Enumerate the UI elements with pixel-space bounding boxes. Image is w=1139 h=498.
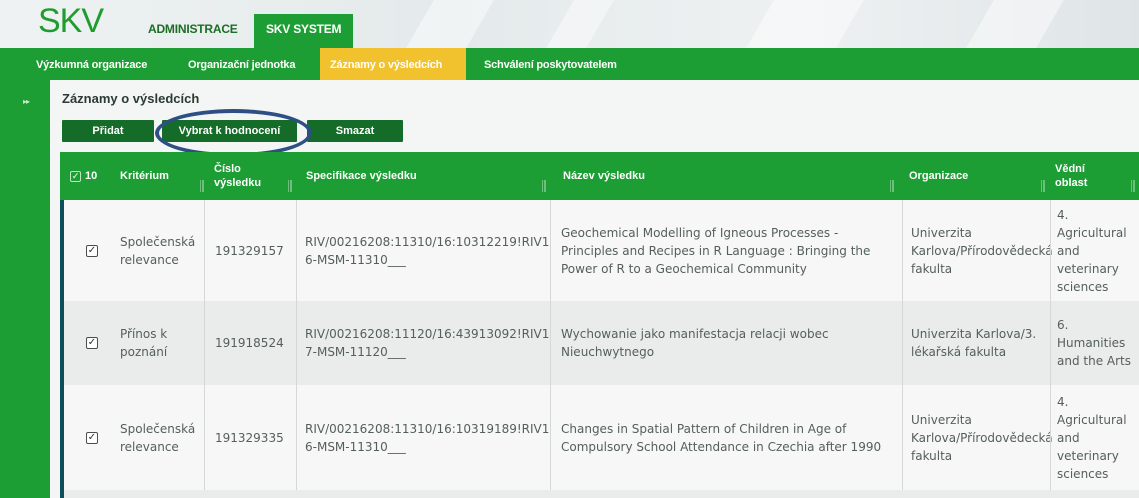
nav-item-organizacni-jednotka[interactable]: Organizační jednotka bbox=[178, 48, 305, 80]
cell-name: Wychowanie jako manifestacja relacji wob… bbox=[550, 301, 898, 385]
top-bar: SKV ADMINISTRACE SKV SYSTEM bbox=[0, 0, 1139, 48]
cell-name: Changes in Spatial Pattern of Children i… bbox=[550, 385, 898, 490]
row-select[interactable]: ✓ bbox=[74, 301, 110, 385]
double-chevron-right-icon[interactable]: ▸▸ bbox=[23, 97, 30, 106]
decorative-sweep bbox=[746, 0, 864, 48]
nav-item-zaznamy-o-vysledcich[interactable]: Záznamy o výsledcích bbox=[320, 48, 466, 80]
header-organizace[interactable]: Organizace bbox=[909, 152, 1049, 200]
header-nazev-vysledku[interactable]: Název výsledku bbox=[563, 152, 898, 200]
cell-number: 191329335 bbox=[204, 385, 296, 490]
page-title: Záznamy o výsledcích bbox=[62, 91, 200, 106]
top-tab-administrace[interactable]: ADMINISTRACE bbox=[136, 14, 250, 48]
cell-spec: RIV/00216208:11120/16:43913092!RIV17-MSM… bbox=[296, 301, 550, 385]
header-select-all[interactable]: ✓ 10 bbox=[70, 152, 116, 200]
sort-icon[interactable] bbox=[888, 180, 894, 192]
decorative-sweep bbox=[966, 0, 1064, 48]
nav-item-vyzkumna-organizace[interactable]: Výzkumná organizace bbox=[26, 48, 157, 80]
cell-number: 191329157 bbox=[204, 200, 296, 301]
sort-icon[interactable] bbox=[198, 180, 204, 192]
row-accent bbox=[60, 385, 64, 490]
table-row[interactable]: ✓ Společenská relevance 191329157 RIV/00… bbox=[60, 200, 1139, 301]
sort-icon[interactable] bbox=[1039, 180, 1045, 192]
cell-criterion: Společenská relevance bbox=[120, 234, 196, 267]
cell-number: 191918524 bbox=[204, 301, 296, 385]
checkbox-checked-icon[interactable]: ✓ bbox=[86, 244, 98, 257]
cell-field: 4. Agricultural and veterinary sciences bbox=[1050, 200, 1139, 301]
selected-count: 10 bbox=[85, 170, 98, 182]
cell-criterion: Přínos k poznání bbox=[120, 327, 168, 359]
highlight-ellipse bbox=[155, 109, 312, 157]
header-cislo-vysledku[interactable]: Číslo výsledku bbox=[214, 152, 296, 200]
top-tab-skv-system[interactable]: SKV SYSTEM bbox=[254, 14, 354, 48]
header-kriterium[interactable]: Kritérium bbox=[120, 152, 208, 200]
row-accent bbox=[60, 301, 64, 385]
delete-button[interactable]: Smazat bbox=[307, 120, 403, 142]
row-accent bbox=[60, 200, 64, 301]
header-label: Číslo výsledku bbox=[214, 163, 262, 189]
cell-spec: RIV/00216208:11310/16:10319189!RIV16-MSM… bbox=[296, 385, 550, 490]
row-select[interactable]: ✓ bbox=[74, 200, 110, 301]
brand-logo[interactable]: SKV bbox=[38, 2, 104, 41]
left-rail: ▸▸ bbox=[0, 80, 50, 498]
cell-organization: Univerzita Karlova/Přírodovědecká fakult… bbox=[902, 200, 1053, 301]
row-accent bbox=[60, 490, 64, 498]
header-label: Název výsledku bbox=[563, 170, 645, 182]
sub-navigation: Výzkumná organizace Organizační jednotka… bbox=[0, 48, 1139, 80]
cell-field: 4. Agricultural and veterinary sciences bbox=[1050, 385, 1139, 490]
cell-criterion: Společenská relevance bbox=[120, 421, 196, 454]
row-select[interactable]: ✓ bbox=[74, 385, 110, 490]
checkbox-icon[interactable]: ✓ bbox=[70, 170, 81, 182]
cell-name: Geochemical Modelling of Igneous Process… bbox=[550, 200, 898, 301]
decorative-sweep bbox=[406, 0, 494, 48]
nav-item-schvaleni-poskytovatelem[interactable]: Schválení poskytovatelem bbox=[474, 48, 627, 80]
main-content: Záznamy o výsledcích Přidat Vybrat k hod… bbox=[50, 80, 1139, 498]
header-specifikace-vysledku[interactable]: Specifikace výsledku bbox=[306, 152, 550, 200]
header-label: Specifikace výsledku bbox=[306, 170, 417, 182]
cell-organization: Univerzita Karlova/3. lékařská fakulta bbox=[902, 301, 1050, 385]
header-label: Organizace bbox=[909, 170, 969, 182]
cell-organization: Univerzita Karlova/Přírodovědecká fakult… bbox=[902, 385, 1053, 490]
table-row[interactable]: ✓ Přínos k poznání 191918524 RIV/0021620… bbox=[60, 301, 1139, 385]
cell-field: 6. Humanities and the Arts bbox=[1050, 301, 1139, 385]
sort-icon[interactable] bbox=[286, 180, 292, 192]
add-button[interactable]: Přidat bbox=[62, 120, 154, 142]
header-vedni-oblast[interactable]: Vědní oblast bbox=[1055, 152, 1139, 200]
checkbox-checked-icon[interactable]: ✓ bbox=[86, 337, 98, 349]
table-row[interactable] bbox=[60, 490, 1139, 498]
header-label: Kritérium bbox=[120, 170, 169, 182]
checkbox-checked-icon[interactable]: ✓ bbox=[86, 431, 98, 444]
sort-icon[interactable] bbox=[1129, 180, 1135, 192]
sort-icon[interactable] bbox=[540, 180, 546, 192]
header-label: Vědní oblast bbox=[1055, 163, 1088, 189]
cell-spec: RIV/00216208:11310/16:10312219!RIV16-MSM… bbox=[296, 200, 550, 301]
table-row[interactable]: ✓ Společenská relevance 191329335 RIV/00… bbox=[60, 385, 1139, 490]
table-header: ✓ 10 Kritérium Číslo výsledku Specifikace… bbox=[60, 152, 1139, 200]
decorative-sweep bbox=[546, 0, 614, 48]
